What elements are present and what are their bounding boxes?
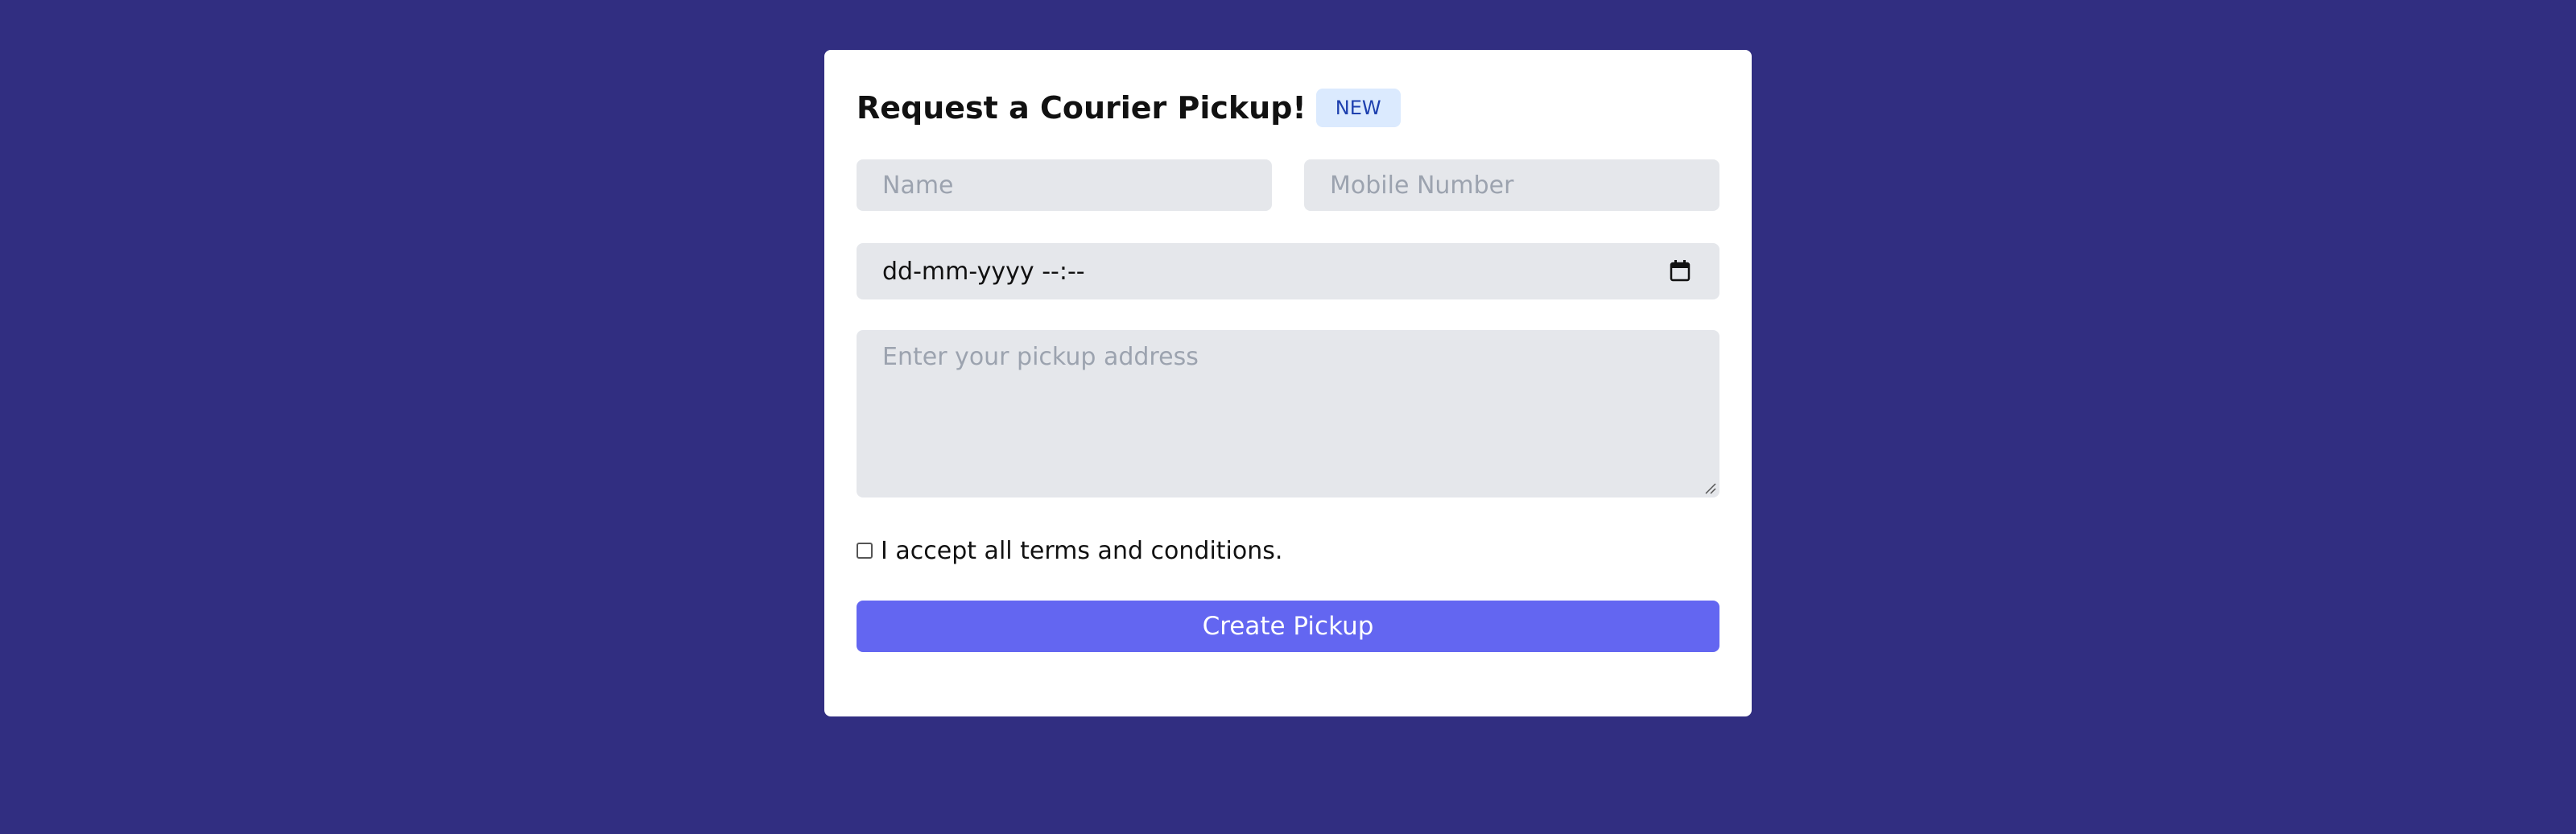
pickup-form-card: Request a Courier Pickup! NEW Name Mobil… [824, 50, 1752, 716]
pickup-datetime-input[interactable]: dd-mm-yyyy --:-- [857, 243, 1719, 299]
terms-row: I accept all terms and conditions. [857, 533, 1282, 568]
form-header: Request a Courier Pickup! NEW [857, 87, 1401, 129]
resize-handle-icon[interactable] [1703, 481, 1716, 494]
terms-checkbox[interactable] [857, 543, 873, 559]
name-placeholder: Name [882, 171, 954, 200]
new-badge: NEW [1315, 89, 1401, 127]
mobile-number-input[interactable]: Mobile Number [1304, 159, 1719, 211]
mobile-placeholder: Mobile Number [1330, 171, 1514, 200]
datetime-value: dd-mm-yyyy --:-- [882, 257, 1085, 286]
calendar-icon[interactable] [1670, 259, 1690, 282]
name-input[interactable]: Name [857, 159, 1272, 211]
terms-label[interactable]: I accept all terms and conditions. [881, 537, 1282, 565]
form-title: Request a Courier Pickup! [857, 90, 1307, 126]
address-placeholder: Enter your pickup address [882, 343, 1199, 371]
pickup-address-textarea[interactable]: Enter your pickup address [857, 330, 1719, 498]
create-pickup-button[interactable]: Create Pickup [857, 601, 1719, 652]
